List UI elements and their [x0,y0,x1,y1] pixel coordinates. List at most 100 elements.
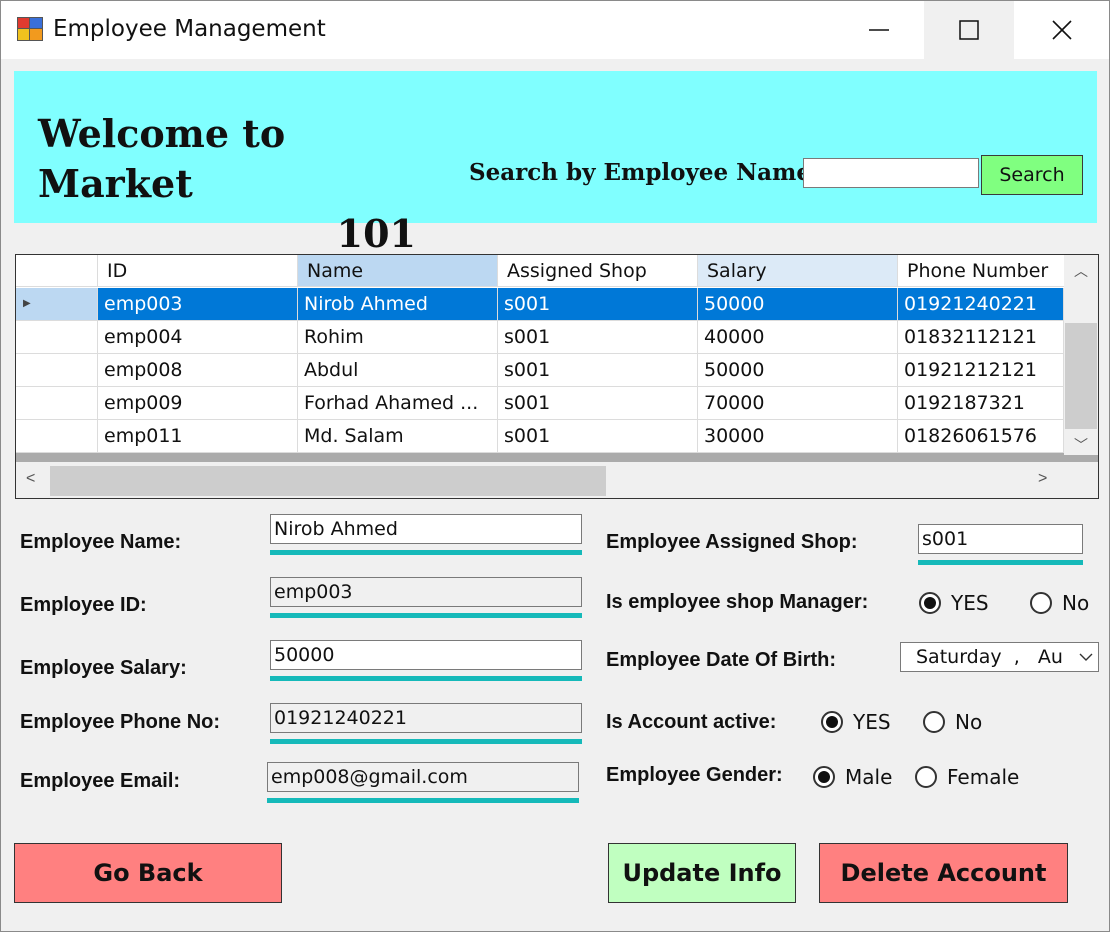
current-row-icon: ▶ [23,298,31,309]
cell-shop[interactable]: s001 [498,354,698,387]
cell-salary[interactable]: 50000 [698,288,898,321]
chevron-down-icon[interactable] [1074,644,1098,670]
table-row[interactable]: emp008 Abdul s001 50000 01921212121 [16,354,1064,387]
cell-salary[interactable]: 50000 [698,354,898,387]
welcome-banner: Welcome to Market 101 Search by Employee… [14,71,1097,256]
horizontal-scroll-thumb[interactable] [50,466,606,496]
cell-shop[interactable]: s001 [498,288,698,321]
active-no-radio[interactable]: No [923,710,982,734]
radio-checked-icon [821,711,843,733]
row-header[interactable] [16,420,98,453]
cell-phone[interactable]: 0192187321 [898,387,1064,420]
dropdown-arrow-glyph [1079,653,1093,661]
assigned-shop-underline [918,560,1083,565]
grid-rows: ▶ emp003 Nirob Ahmed s001 50000 01921240… [16,288,1064,453]
welcome-heading: Welcome to Market 101 [38,109,416,259]
title-bar: Employee Management [1,1,1109,59]
scroll-down-icon[interactable]: ﹀ [1064,435,1098,455]
active-yes-radio[interactable]: YES [821,710,891,734]
column-header-name[interactable]: Name [298,255,498,287]
table-row[interactable]: emp004 Rohim s001 40000 01832112121 [16,321,1064,354]
cell-salary[interactable]: 70000 [698,387,898,420]
cell-name[interactable]: Nirob Ahmed [298,288,498,321]
employee-id-field[interactable]: emp003 [270,577,582,607]
employee-salary-underline [270,676,582,681]
active-no-label: No [955,710,983,734]
date-of-birth-value: Saturday , Au [916,646,1063,668]
row-header[interactable]: ▶ [16,288,98,321]
cell-salary[interactable]: 40000 [698,321,898,354]
cell-salary[interactable]: 30000 [698,420,898,453]
employee-phone-underline [270,739,582,744]
employee-phone-label: Employee Phone No: [20,711,221,733]
employee-email-field[interactable]: emp008@gmail.com [267,762,579,792]
grid-header: ID Name Assigned Shop Salary Phone Numbe… [16,255,1064,288]
manager-yes-label: YES [951,591,989,615]
maximize-icon [959,20,979,40]
employee-management-window: Employee Management Welcome to Market 10… [0,0,1110,932]
cell-phone[interactable]: 01921240221 [898,288,1064,321]
radio-unchecked-icon [915,766,937,788]
maximize-button[interactable] [924,1,1014,59]
cell-name[interactable]: Rohim [298,321,498,354]
update-info-button[interactable]: Update Info [608,843,796,903]
cell-name[interactable]: Forhad Ahamed ... [298,387,498,420]
scroll-up-icon[interactable]: ︿ [1064,261,1098,281]
cell-id[interactable]: emp011 [98,420,298,453]
date-of-birth-picker[interactable]: Saturday , Au [900,642,1099,672]
employee-name-field[interactable]: Nirob Ahmed [270,514,582,544]
cell-id[interactable]: emp008 [98,354,298,387]
employee-id-label: Employee ID: [20,594,147,616]
column-header-phone-number[interactable]: Phone Number [898,255,1064,287]
employee-phone-field[interactable]: 01921240221 [270,703,582,733]
cell-phone[interactable]: 01921212121 [898,354,1064,387]
employee-email-label: Employee Email: [20,770,181,792]
assigned-shop-field[interactable]: s001 [918,524,1083,554]
horizontal-scrollbar[interactable]: < > [16,462,1098,498]
go-back-button[interactable]: Go Back [14,843,282,903]
column-header-assigned-shop[interactable]: Assigned Shop [498,255,698,287]
cell-shop[interactable]: s001 [498,420,698,453]
manager-yes-radio[interactable]: YES [919,591,989,615]
column-header-salary[interactable]: Salary [698,255,898,287]
employee-salary-label: Employee Salary: [20,657,187,679]
employee-email-underline [267,798,579,803]
vertical-scrollbar[interactable]: ︿ ﹀ [1064,255,1098,455]
welcome-line-2: 101 [336,211,416,256]
minimize-button[interactable] [834,1,924,59]
cell-shop[interactable]: s001 [498,387,698,420]
cell-shop[interactable]: s001 [498,321,698,354]
table-row[interactable]: emp011 Md. Salam s001 30000 01826061576 [16,420,1064,453]
cell-phone[interactable]: 01832112121 [898,321,1064,354]
delete-account-button[interactable]: Delete Account [819,843,1068,903]
cell-name[interactable]: Md. Salam [298,420,498,453]
radio-unchecked-icon [1030,592,1052,614]
gender-female-radio[interactable]: Female [915,765,1019,789]
gender-label: Employee Gender: [606,764,783,786]
cell-id[interactable]: emp004 [98,321,298,354]
table-row[interactable]: ▶ emp003 Nirob Ahmed s001 50000 01921240… [16,288,1064,321]
gender-male-radio[interactable]: Male [813,765,892,789]
cell-id[interactable]: emp003 [98,288,298,321]
cell-name[interactable]: Abdul [298,354,498,387]
row-header[interactable] [16,321,98,354]
window-title: Employee Management [53,16,326,42]
app-icon [17,17,45,43]
table-row[interactable]: emp009 Forhad Ahamed ... s001 70000 0192… [16,387,1064,420]
row-header[interactable] [16,354,98,387]
welcome-line-1: Welcome to Market [38,111,286,206]
vertical-scroll-thumb[interactable] [1065,323,1097,429]
scroll-left-icon[interactable]: < [26,470,35,488]
row-header[interactable] [16,387,98,420]
close-button[interactable] [1017,1,1107,59]
search-input[interactable] [803,158,979,188]
column-header-id[interactable]: ID [98,255,298,287]
cell-id[interactable]: emp009 [98,387,298,420]
search-button[interactable]: Search [981,155,1083,195]
employee-grid[interactable]: ID Name Assigned Shop Salary Phone Numbe… [15,254,1099,499]
employee-id-underline [270,613,582,618]
manager-no-radio[interactable]: No [1030,591,1089,615]
cell-phone[interactable]: 01826061576 [898,420,1064,453]
employee-salary-field[interactable]: 50000 [270,640,582,670]
scroll-right-icon[interactable]: > [1038,470,1047,488]
